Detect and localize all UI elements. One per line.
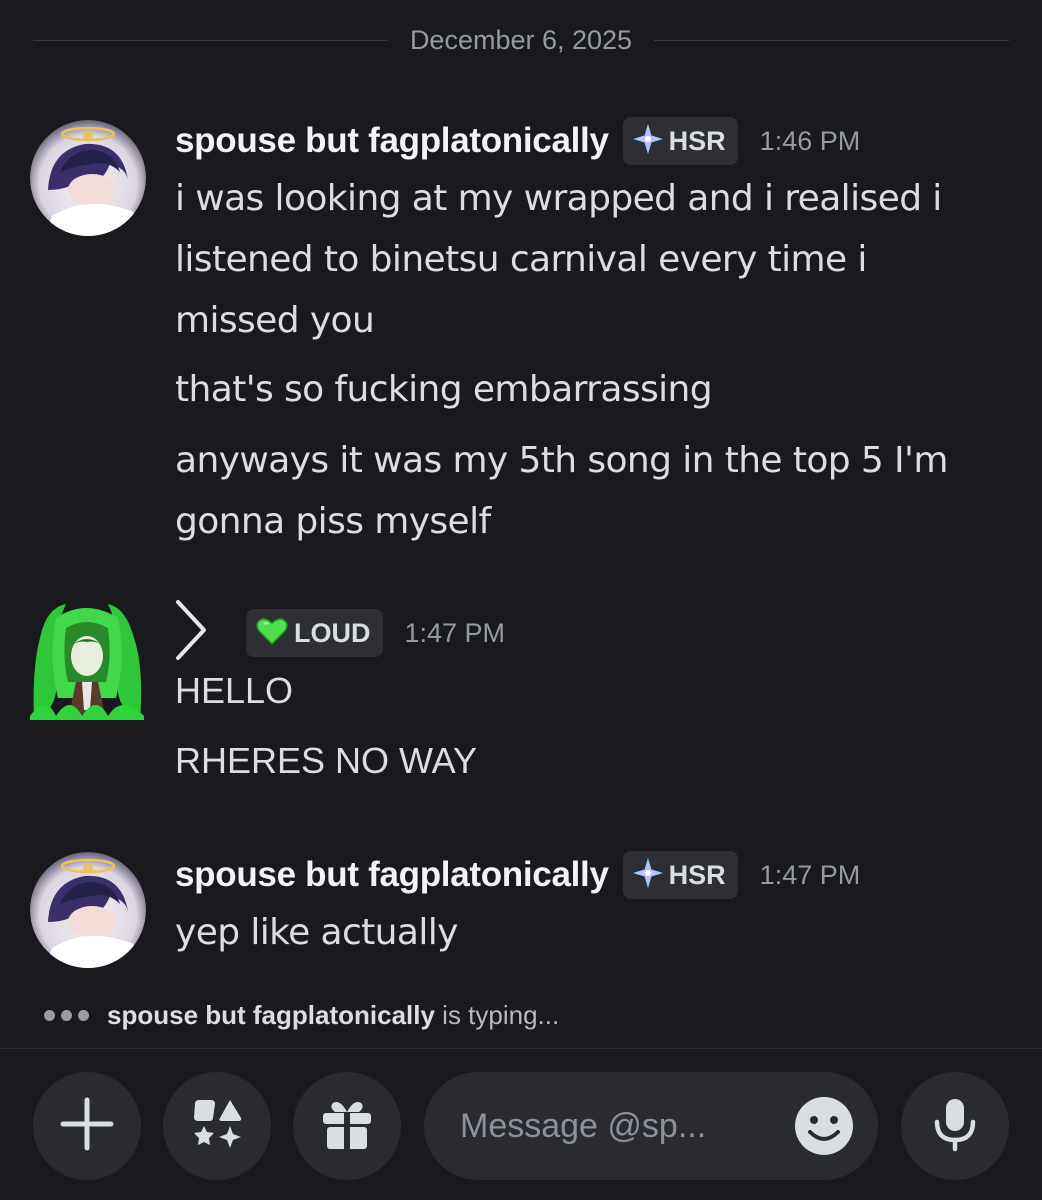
guild-tag[interactable]: HSR xyxy=(622,117,738,165)
timestamp: 1:47 PM xyxy=(404,617,506,648)
guild-tag-label: LOUD xyxy=(294,617,371,648)
timestamp: 1:46 PM xyxy=(759,125,861,156)
message-line: anyways it was my 5th song in the top 5 … xyxy=(175,440,948,481)
message-line: RHERES NO WAY xyxy=(175,740,478,781)
message-group: LOUD 1:47 PM HELLO RHERES NO WAY xyxy=(0,590,1042,800)
typing-suffix: is typing... xyxy=(442,1000,560,1030)
avatar[interactable] xyxy=(30,120,146,236)
message-text: yep like actually xyxy=(175,902,1002,963)
timestamp: 1:47 PM xyxy=(759,859,861,890)
message-line: i was looking at my wrapped and i realis… xyxy=(175,178,942,219)
divider-line xyxy=(33,39,388,41)
guild-tag-label: HSR xyxy=(668,859,726,890)
plus-icon xyxy=(59,1096,115,1156)
message-line: gonna piss myself xyxy=(175,501,491,542)
guild-tag[interactable]: HSR xyxy=(622,851,738,899)
composer-divider xyxy=(0,1048,1042,1049)
voice-message-button[interactable] xyxy=(901,1072,1009,1180)
guild-tag-label: HSR xyxy=(668,125,726,156)
message-header: spouse but fagplatonically HSR 1:47 PM xyxy=(175,850,860,900)
add-button[interactable] xyxy=(33,1072,141,1180)
message-group: spouse but fagplatonically HSR 1:46 PM i… xyxy=(0,100,1042,560)
microphone-icon xyxy=(927,1096,983,1156)
message-line: missed you xyxy=(175,300,375,341)
message-header: spouse but fagplatonically HSR 1:46 PM xyxy=(175,116,860,166)
message-text: anyways it was my 5th song in the top 5 … xyxy=(175,430,1002,552)
message-line: yep like actually xyxy=(175,912,458,953)
emoji-icon[interactable] xyxy=(794,1096,854,1156)
message-group: spouse but fagplatonically HSR 1:47 PM y… xyxy=(0,832,1042,972)
message-text: i was looking at my wrapped and i realis… xyxy=(175,168,1002,351)
gem-icon xyxy=(632,857,663,892)
gift-button[interactable] xyxy=(293,1072,401,1180)
message-line: listened to binetsu carnival every time … xyxy=(175,239,867,280)
date-divider: December 6, 2025 xyxy=(33,18,1010,62)
username[interactable]: spouse but fagplatonically xyxy=(175,121,609,161)
message-line: that's so fucking embarrassing xyxy=(175,369,713,410)
green-heart-icon xyxy=(256,616,288,650)
apps-button[interactable] xyxy=(163,1072,271,1180)
divider-line xyxy=(654,39,1010,41)
dm-chat-screen: December 6, 2025 spouse but fagplatonica… xyxy=(0,0,1042,1200)
message-text: HELLO xyxy=(175,660,1002,721)
gem-icon xyxy=(632,123,663,158)
message-header: LOUD 1:47 PM xyxy=(232,608,505,658)
avatar[interactable] xyxy=(30,852,146,968)
message-input-placeholder: Message @sp... xyxy=(460,1106,707,1145)
message-text: RHERES NO WAY xyxy=(175,730,1002,791)
typing-indicator: spouse but fagplatonically is typing... xyxy=(44,1000,559,1031)
reply-chevron-icon xyxy=(172,598,212,666)
apps-icon xyxy=(189,1096,245,1156)
avatar[interactable] xyxy=(26,598,148,720)
typing-dots-icon xyxy=(44,1010,89,1021)
message-line: HELLO xyxy=(175,670,294,711)
gift-icon xyxy=(318,1095,376,1157)
divider-date: December 6, 2025 xyxy=(409,24,633,55)
message-text: that's so fucking embarrassing xyxy=(175,359,1002,420)
guild-tag[interactable]: LOUD xyxy=(246,609,383,657)
typing-user: spouse but fagplatonically xyxy=(107,1000,435,1030)
message-input[interactable]: Message @sp... xyxy=(424,1072,878,1180)
username[interactable]: spouse but fagplatonically xyxy=(175,855,609,895)
typing-text: spouse but fagplatonically is typing... xyxy=(107,1000,559,1031)
